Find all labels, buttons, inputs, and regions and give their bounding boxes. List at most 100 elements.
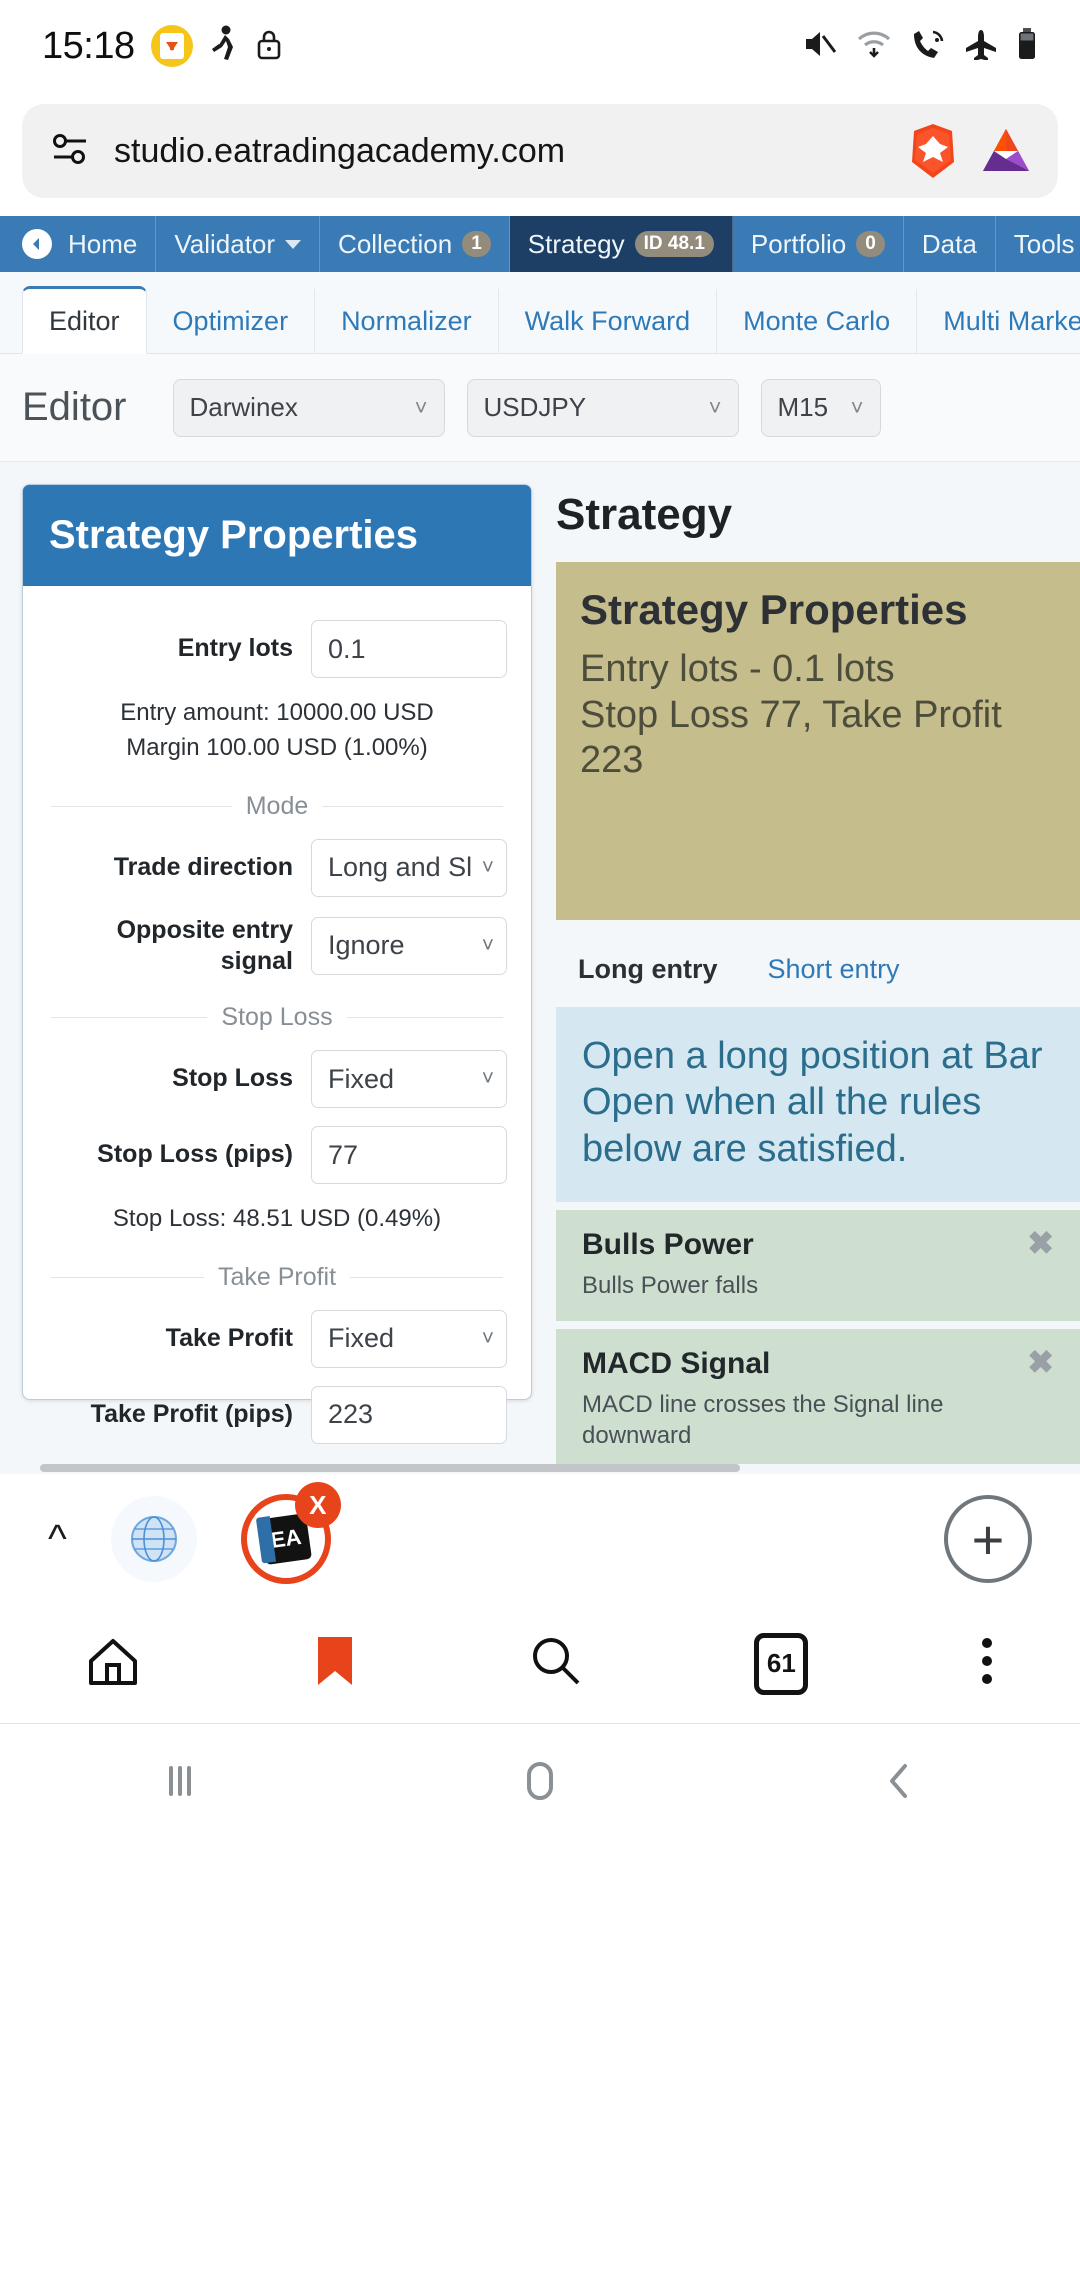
tab-walk-forward[interactable]: Walk Forward <box>499 289 718 353</box>
ea-extension-icon[interactable]: EA X <box>240 1482 341 1584</box>
nav-item-collection[interactable]: Collection 1 <box>320 216 510 272</box>
timeframe-select-value: M15 <box>777 392 829 422</box>
tab-editor[interactable]: Editor <box>22 286 147 354</box>
strategy-properties-body: Entry lots 0.1 Entry amount: 10000.00 US… <box>23 586 531 1464</box>
back-arrow-icon[interactable] <box>22 229 52 259</box>
search-icon[interactable] <box>528 1633 584 1694</box>
rule-description: Bulls Power falls <box>582 1272 759 1300</box>
symbol-select[interactable]: USDJPY ˅ <box>466 378 739 437</box>
stop-loss-row: Stop Loss Fixed ˅ <box>47 1050 507 1109</box>
clock: 15:18 <box>42 24 135 67</box>
tab-multi-market[interactable]: Multi Market <box>917 289 1080 353</box>
take-profit-select[interactable]: Fixed ˅ <box>311 1309 507 1368</box>
take-profit-pips-row: Take Profit (pips) 223 <box>47 1385 507 1444</box>
entry-direction-tabs: Long entry Short entry <box>556 920 1080 1007</box>
status-bar-right <box>802 27 1038 66</box>
download-icon <box>150 25 193 67</box>
android-status-bar: 15:18 <box>0 0 1080 92</box>
strategy-summary-line2: Stop Loss 77, Take Profit 223 <box>580 693 1002 782</box>
opposite-entry-label: Opposite entry signal <box>116 915 293 975</box>
take-profit-pips-input[interactable]: 223 <box>311 1385 507 1444</box>
url-bar[interactable]: studio.eatradingacademy.com <box>22 104 1058 198</box>
take-profit-value: Fixed <box>328 1323 395 1354</box>
bat-triangle-icon[interactable] <box>980 125 1032 177</box>
broker-select[interactable]: Darwinex ˅ <box>172 378 445 437</box>
home-circle-icon[interactable] <box>515 1756 565 1811</box>
main-content: Strategy Properties Entry lots 0.1 Entry… <box>0 462 1080 1464</box>
stop-loss-divider-label: Stop Loss <box>221 1003 333 1032</box>
stop-loss-pips-row: Stop Loss (pips) 77 <box>47 1126 507 1185</box>
tab-count-icon[interactable]: 61 <box>754 1632 809 1695</box>
browser-url-bar-container: studio.eatradingacademy.com <box>0 92 1080 216</box>
strategy-properties-panel: Strategy Properties Entry lots 0.1 Entry… <box>22 484 532 1444</box>
chevron-down-icon[interactable] <box>285 239 302 249</box>
tab-optimizer[interactable]: Optimizer <box>147 289 316 353</box>
nav-item-data[interactable]: Data <box>904 216 996 272</box>
margin-text: Margin 100.00 USD (1.00%) <box>126 733 428 761</box>
chevron-down-icon: ˅ <box>481 1067 494 1091</box>
take-profit-pips-value: 223 <box>328 1399 374 1430</box>
mode-divider: Mode <box>51 792 503 821</box>
stop-loss-select[interactable]: Fixed ˅ <box>311 1050 507 1109</box>
stop-loss-pips-input[interactable]: 77 <box>311 1126 507 1185</box>
nav-item-strategy-label: Strategy <box>527 228 625 259</box>
nav-item-portfolio-label: Portfolio <box>750 228 847 259</box>
take-profit-divider-label: Take Profit <box>217 1262 337 1291</box>
broker-select-value: Darwinex <box>189 392 298 422</box>
more-vertical-icon[interactable] <box>979 1633 995 1694</box>
close-icon[interactable]: ✖ <box>1027 1343 1054 1381</box>
chevron-down-icon: ˅ <box>481 855 494 879</box>
page-title: Editor <box>22 385 127 429</box>
nav-item-home[interactable]: Home <box>68 229 137 260</box>
take-profit-row: Take Profit Fixed ˅ <box>47 1309 507 1368</box>
nav-item-validator[interactable]: Validator <box>156 216 321 272</box>
stop-loss-note: Stop Loss: 48.51 USD (0.49%) <box>112 1205 442 1233</box>
back-chevron-icon[interactable] <box>875 1756 925 1811</box>
chevron-up-icon[interactable]: ^ <box>48 1517 67 1562</box>
tab-short-entry[interactable]: Short entry <box>768 954 900 985</box>
stop-loss-divider: Stop Loss <box>51 1003 503 1032</box>
bookmark-icon[interactable] <box>312 1633 358 1694</box>
nav-item-validator-label: Validator <box>174 228 276 259</box>
rule-card-2[interactable]: ✖ MACD Signal MACD line crosses the Sign… <box>556 1329 1080 1464</box>
recents-icon[interactable] <box>155 1756 205 1811</box>
trade-direction-select[interactable]: Long and Sl ˅ <box>311 838 507 897</box>
phone-screen: 15:18 studio.eatradingacademy.com Home V… <box>0 0 1080 2280</box>
home-icon[interactable] <box>85 1633 141 1694</box>
nav-item-portfolio[interactable]: Portfolio 0 <box>733 216 904 272</box>
take-profit-pips-label: Take Profit (pips) <box>90 1400 293 1429</box>
nav-item-tools[interactable]: Tools <box>996 216 1080 272</box>
opposite-entry-select[interactable]: Ignore ˅ <box>311 916 507 975</box>
trade-direction-label: Trade direction <box>113 852 293 881</box>
globe-icon[interactable] <box>110 1496 197 1582</box>
battery-icon <box>1016 27 1038 66</box>
mode-divider-label: Mode <box>245 791 309 820</box>
add-extension-button[interactable]: + <box>944 1495 1032 1583</box>
stop-loss-label: Stop Loss <box>172 1064 293 1093</box>
stop-loss-pips-label: Stop Loss (pips) <box>97 1140 293 1169</box>
close-icon[interactable]: X <box>294 1482 341 1528</box>
nav-item-collection-label: Collection <box>338 228 453 259</box>
tab-monte-carlo[interactable]: Monte Carlo <box>717 289 918 353</box>
rule-card-1[interactable]: ✖ Bulls Power Bulls Power falls <box>556 1210 1080 1322</box>
entry-lots-input[interactable]: 0.1 <box>311 620 507 678</box>
entry-description-card[interactable]: Open a long position at Bar Open when al… <box>556 1007 1080 1203</box>
nav-back-home-group[interactable]: Home <box>0 216 157 272</box>
nav-item-strategy[interactable]: Strategy ID 48.1 <box>509 216 733 272</box>
tab-long-entry[interactable]: Long entry <box>578 954 718 985</box>
tab-normalizer[interactable]: Normalizer <box>315 289 499 353</box>
brave-lion-icon[interactable] <box>908 122 958 180</box>
nav-item-data-label: Data <box>921 228 977 259</box>
strategy-heading: Strategy <box>556 490 733 539</box>
page-scrollbar[interactable] <box>0 1464 1080 1474</box>
android-system-nav <box>0 1724 1080 1842</box>
close-icon[interactable]: ✖ <box>1027 1224 1054 1262</box>
strategy-summary-card[interactable]: Strategy Properties Entry lots - 0.1 lot… <box>556 562 1080 920</box>
url-text[interactable]: studio.eatradingacademy.com <box>114 132 886 171</box>
entry-lots-row: Entry lots 0.1 <box>47 620 507 678</box>
entry-amount-text: Entry amount: 10000.00 USD <box>120 699 434 726</box>
strategy-id-badge: ID 48.1 <box>634 231 714 257</box>
rule-name: Bulls Power <box>582 1228 754 1262</box>
timeframe-select[interactable]: M15 ˅ <box>760 378 881 437</box>
page-settings-icon[interactable] <box>48 127 92 176</box>
